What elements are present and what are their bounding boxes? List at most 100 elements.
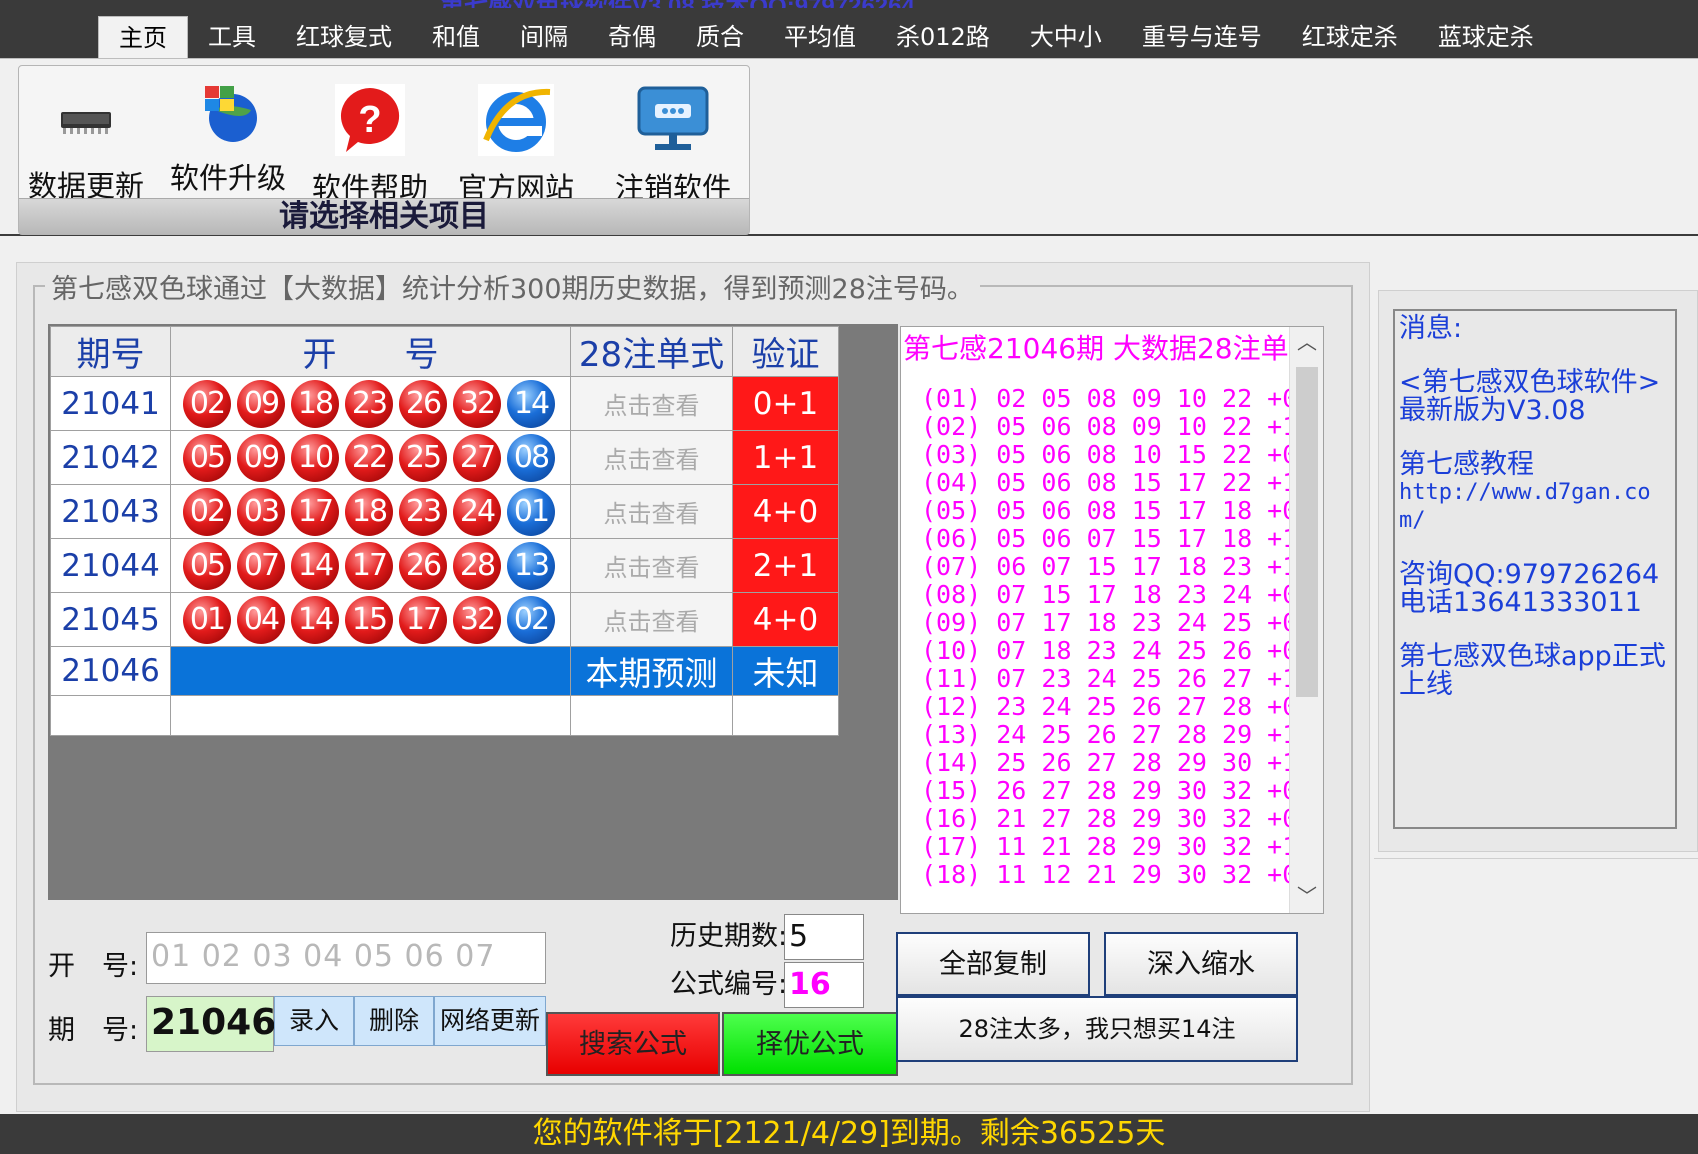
ribbon-group: 数据更新 软件升级 ? 软件帮助 官方网站 注销软件 请选择相关项目: [18, 65, 750, 235]
row-period: 21043: [50, 484, 171, 539]
menu-interval[interactable]: 间隔: [500, 16, 588, 58]
copy-all-button[interactable]: 全部复制: [896, 932, 1090, 996]
website-button[interactable]: 官方网站: [451, 84, 581, 207]
row-numbers: 05 07 14 17 26 28 13: [170, 538, 571, 593]
net-update-button[interactable]: 网络更新: [434, 996, 546, 1046]
search-formula-button[interactable]: 搜索公式: [546, 1012, 720, 1076]
prediction-line: (12) 23 24 25 26 27 28 +02: [921, 692, 1313, 721]
red-ball: 02: [183, 379, 231, 428]
table-row[interactable]: 21041 02 09 18 23 26 32 14 点击查看 0+1: [50, 376, 839, 431]
prediction-line: (11) 07 23 24 25 26 27 +16: [921, 664, 1313, 693]
verify-result: 1+1: [732, 430, 839, 485]
prediction-line: (03) 05 06 08 10 15 22 +06: [921, 440, 1313, 469]
period-input[interactable]: 21046: [146, 996, 276, 1052]
red-ball: 18: [291, 379, 339, 428]
table-row[interactable]: 21043 02 03 17 18 23 24 01 点击查看 4+0: [50, 484, 839, 539]
menu-prime[interactable]: 质合: [676, 16, 764, 58]
svg-text:?: ?: [358, 99, 381, 141]
prediction-line: (13) 24 25 26 27 28 29 +13: [921, 720, 1313, 749]
monitor-icon: [637, 86, 709, 150]
red-ball: 25: [399, 433, 447, 482]
scroll-down-icon[interactable]: ﹀: [1290, 881, 1324, 913]
prediction-list-box[interactable]: 第七感21046期 大数据28注单式 (01) 02 05 08 09 10 2…: [900, 326, 1324, 914]
enter-button[interactable]: 录入: [274, 996, 354, 1046]
deep-shrink-button[interactable]: 深入缩水: [1104, 932, 1298, 996]
message-panel: 消息: <第七感双色球软件>最新版为V3.08 第七感教程 http://www…: [1378, 290, 1698, 852]
menu-average[interactable]: 平均值: [764, 16, 876, 58]
select-formula-button[interactable]: 择优公式: [722, 1012, 898, 1076]
red-ball: 07: [237, 541, 285, 590]
table-header: 期号 开 号 28注单式 验证: [50, 326, 839, 377]
update-data-button[interactable]: 数据更新: [27, 84, 145, 205]
delete-button[interactable]: 删除: [354, 996, 434, 1046]
red-ball: 05: [183, 433, 231, 482]
message-gap: [1399, 343, 1671, 369]
red-ball: 32: [453, 595, 501, 644]
current-prediction-label[interactable]: 本期预测: [570, 646, 733, 696]
formula-input[interactable]: 16: [784, 962, 864, 1008]
menu-bar: 第七感双色球软件V3.08 技术QQ:979726264 主页 工具 红球复式 …: [0, 0, 1698, 58]
buy-14-button[interactable]: 28注太多，我只想买14注: [896, 996, 1298, 1062]
view-link[interactable]: 点击查看: [570, 430, 733, 485]
prediction-title: 第七感21046期 大数据28注单式: [903, 332, 1317, 365]
menu-red-kill[interactable]: 红球定杀: [1282, 16, 1418, 58]
view-link[interactable]: 点击查看: [570, 592, 733, 647]
table-row[interactable]: 21045 01 04 14 15 17 32 02 点击查看 4+0: [50, 592, 839, 647]
message-version: <第七感双色球软件>最新版为V3.08: [1399, 367, 1661, 426]
table-row[interactable]: 21044 05 07 14 17 26 28 13 点击查看 2+1: [50, 538, 839, 593]
prediction-line: (07) 06 07 15 17 18 23 +10: [921, 552, 1313, 581]
windows-globe-icon: [205, 86, 257, 142]
verify-result: 4+0: [732, 592, 839, 647]
verify-result: 2+1: [732, 538, 839, 593]
view-link[interactable]: 点击查看: [570, 484, 733, 539]
menu-items: 主页 工具 红球复式 和值 间隔 奇偶 质合 平均值 杀012路 大中小 重号与…: [98, 16, 1554, 58]
red-ball: 28: [453, 541, 501, 590]
row-period: 21041: [50, 376, 171, 431]
message-box[interactable]: 消息: <第七感双色球软件>最新版为V3.08 第七感教程 http://www…: [1393, 309, 1677, 829]
table-row-current[interactable]: 21046 本期预测 未知: [50, 646, 839, 696]
row-numbers: 02 09 18 23 26 32 14: [170, 376, 571, 431]
menu-repeat[interactable]: 重号与连号: [1122, 16, 1282, 58]
upgrade-label: 软件升级: [169, 161, 286, 195]
blue-ball: 01: [507, 487, 555, 536]
menu-odd-even[interactable]: 奇偶: [588, 16, 676, 58]
blue-ball: 13: [507, 541, 555, 590]
menu-size[interactable]: 大中小: [1010, 16, 1122, 58]
red-ball: 18: [345, 487, 393, 536]
message-gap: [1399, 425, 1671, 451]
menu-tools[interactable]: 工具: [188, 16, 276, 58]
empty-cell: [732, 695, 839, 736]
right-lower-area: [1374, 858, 1698, 1114]
history-input[interactable]: 5: [784, 914, 864, 960]
groupbox-title: 第七感双色球通过【大数据】统计分析300期历史数据，得到预测28注号码。: [45, 267, 980, 306]
menu-blue-kill[interactable]: 蓝球定杀: [1418, 16, 1554, 58]
scroll-up-icon[interactable]: ︿: [1290, 327, 1324, 359]
menu-sum[interactable]: 和值: [412, 16, 500, 58]
verify-result: 4+0: [732, 484, 839, 539]
logout-button[interactable]: 注销软件: [611, 84, 735, 207]
red-ball: 04: [237, 595, 285, 644]
empty-cell: [170, 695, 571, 736]
menu-home[interactable]: 主页: [98, 16, 188, 58]
menu-kill012[interactable]: 杀012路: [876, 16, 1010, 58]
prediction-line: (05) 05 06 08 15 17 18 +01: [921, 496, 1313, 525]
row-numbers: 01 04 14 15 17 32 02: [170, 592, 571, 647]
view-link[interactable]: 点击查看: [570, 376, 733, 431]
nums-input[interactable]: 01 02 03 04 05 06 07: [146, 932, 546, 984]
message-qq: 咨询QQ:979726264: [1399, 559, 1660, 590]
current-verify: 未知: [732, 646, 839, 696]
red-ball: 01: [183, 595, 231, 644]
message-url[interactable]: http://www.d7gan.com/: [1399, 479, 1671, 535]
draws-table: 期号 开 号 28注单式 验证 21041 02 09 18 23 26 32 14 点击查…: [50, 326, 839, 736]
row-numbers: 02 03 17 18 23 24 01: [170, 484, 571, 539]
scroll-thumb[interactable]: [1296, 367, 1318, 697]
view-link[interactable]: 点击查看: [570, 538, 733, 593]
help-button[interactable]: ? 软件帮助: [311, 84, 429, 207]
menu-red-compound[interactable]: 红球复式: [276, 16, 412, 58]
table-row[interactable]: 21042 05 09 10 22 25 27 08 点击查看 1+1: [50, 430, 839, 485]
red-ball: 17: [345, 541, 393, 590]
prediction-scrollbar[interactable]: ︿ ﹀: [1289, 327, 1323, 913]
prediction-line: (06) 05 06 07 15 17 18 +15: [921, 524, 1313, 553]
upgrade-button[interactable]: 软件升级: [169, 80, 287, 197]
red-ball: 17: [291, 487, 339, 536]
